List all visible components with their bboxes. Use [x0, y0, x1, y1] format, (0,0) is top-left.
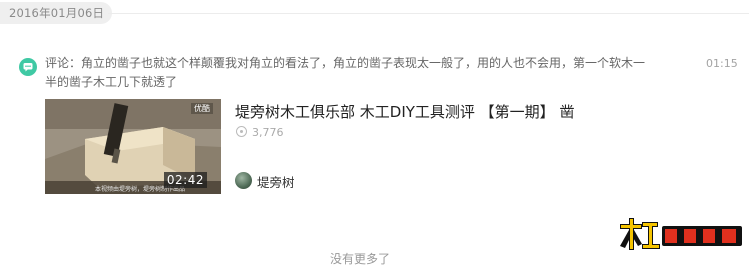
video-duration: 02:42 [163, 172, 207, 188]
video-thumbnail[interactable]: 优酷 本视频由堤旁树，堤旁树制作出品 02:42 [45, 99, 221, 194]
view-count-value: 3,776 [252, 126, 284, 139]
platform-badge: 优酷 [191, 103, 213, 114]
view-count: 3,776 [236, 126, 284, 139]
date-header: 2016年01月06日 [0, 0, 749, 28]
comment-text: 评论：角立的凿子也就这个样颠覆我对角立的看法了，角立的凿子表现太一般了，用的人也… [45, 56, 646, 89]
site-logo [620, 218, 742, 250]
date-divider [108, 13, 749, 14]
comment-time: 01:15 [706, 57, 738, 70]
author-name[interactable]: 堤旁树 [257, 172, 295, 191]
no-more-text: 没有更多了 [330, 252, 391, 266]
comment-bubble-icon [19, 58, 37, 76]
eye-icon [236, 126, 247, 137]
date-label: 2016年01月06日 [0, 2, 113, 24]
avatar[interactable] [235, 172, 252, 189]
video-title[interactable]: 堤旁树木工俱乐部 木工DIY工具测评 【第一期】 凿 [235, 101, 574, 122]
